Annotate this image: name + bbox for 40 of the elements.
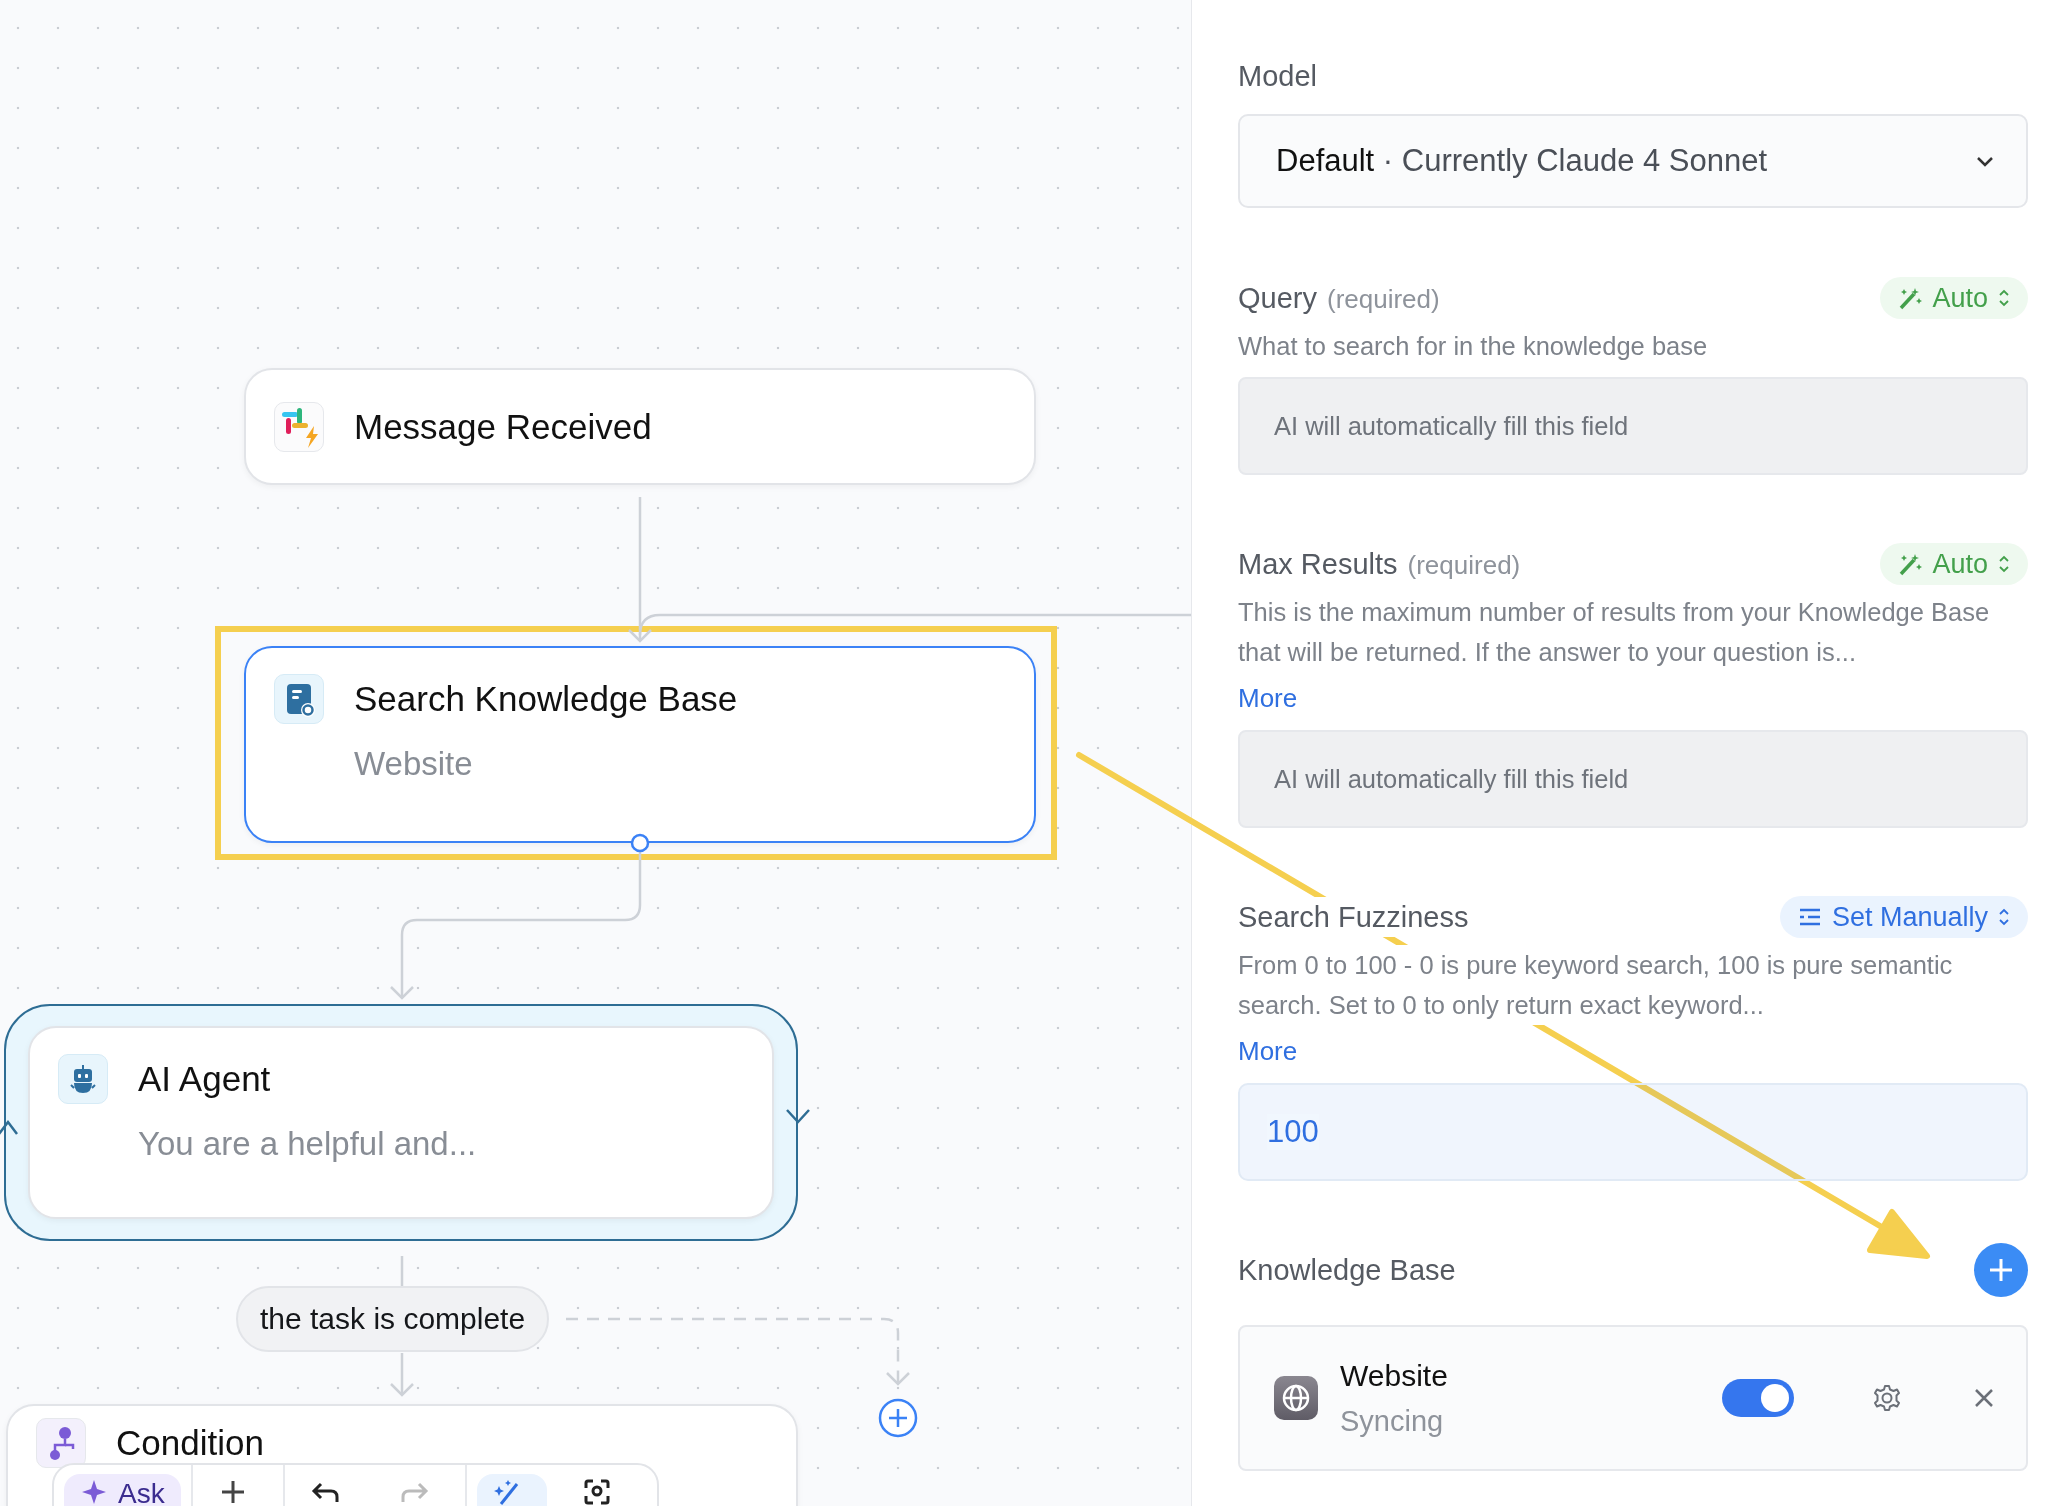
node-title: Message Received xyxy=(354,405,653,448)
node-title: AI Agent xyxy=(138,1058,272,1100)
edge-label[interactable]: the task is complete xyxy=(236,1286,550,1352)
toggle-switch[interactable] xyxy=(1722,1379,1794,1417)
ask-button[interactable]: Ask xyxy=(64,1474,181,1506)
connection-handle[interactable] xyxy=(630,833,650,853)
required-note: (required) xyxy=(1407,550,1521,581)
up-down-chevron-icon xyxy=(1998,908,2010,926)
focus-icon xyxy=(582,1478,611,1506)
item-name: Website xyxy=(1340,1358,1449,1394)
add-step-button[interactable] xyxy=(878,1398,918,1438)
globe-drawing xyxy=(1281,1383,1311,1413)
field-label: Search Fuzziness xyxy=(1238,897,1469,937)
connector-line xyxy=(400,1256,404,1286)
plus-icon xyxy=(1988,1257,2014,1283)
input-field[interactable]: 100 xyxy=(1238,1083,2028,1181)
model-select[interactable]: Default · Currently Claude 4 Sonnet xyxy=(1238,114,2028,208)
required-note: (required) xyxy=(1327,284,1440,315)
wand-icon xyxy=(1898,286,1923,310)
input-field[interactable]: AI will automatically fill this field xyxy=(1238,377,2028,475)
input-field[interactable]: AI will automatically fill this field xyxy=(1238,730,2028,828)
more-link[interactable]: More xyxy=(1238,678,1298,718)
up-down-chevron-icon xyxy=(1998,555,2010,573)
up-down-chevron-icon xyxy=(1998,289,2010,307)
node-subtitle: Website xyxy=(354,744,474,784)
node-title: Condition xyxy=(116,1422,265,1464)
workflow-node[interactable]: AI Agent You are a helpful and... xyxy=(28,1026,774,1219)
workflow-node[interactable]: Message Received xyxy=(244,368,1036,485)
mode-select[interactable]: Auto xyxy=(1880,277,2028,319)
wand-icon xyxy=(492,1478,521,1506)
item-status: Syncing xyxy=(1340,1404,1445,1439)
mode-select[interactable]: Auto xyxy=(1880,543,2028,585)
connector-arrow xyxy=(390,1353,414,1397)
workflow-node[interactable]: Search Knowledge Base Website xyxy=(244,646,1036,843)
settings-icon[interactable] xyxy=(1872,1383,1902,1413)
node-subtitle: You are a helpful and... xyxy=(138,1124,478,1164)
mode-select[interactable]: Set Manually xyxy=(1779,896,2028,938)
more-link[interactable]: More xyxy=(1238,1031,1298,1071)
node-title: Search Knowledge Base xyxy=(354,678,739,720)
wand-icon xyxy=(1898,552,1923,576)
